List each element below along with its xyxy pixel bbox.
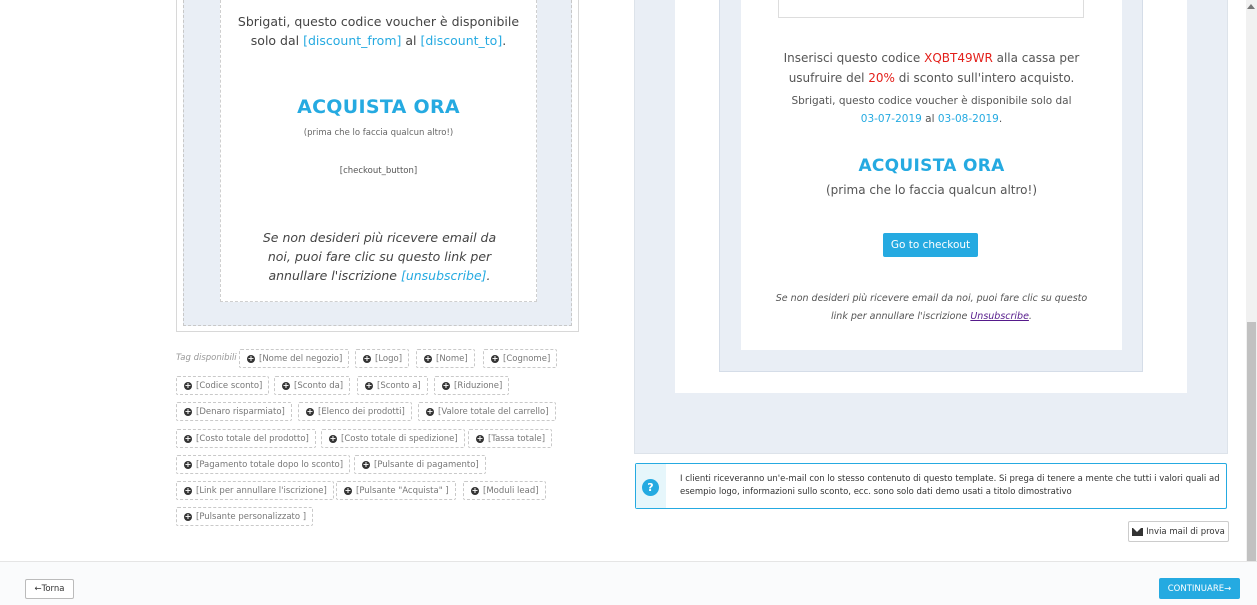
unsubscribe-link[interactable]: Unsubscribe: [970, 311, 1029, 322]
scroll-up-arrow-icon[interactable]: [1247, 4, 1255, 9]
plus-circle-icon: +: [491, 353, 499, 363]
plus-circle-icon: +: [306, 406, 314, 416]
plus-circle-icon: +: [184, 485, 192, 495]
scrollbar-thumb[interactable]: [1247, 322, 1256, 561]
preview-hurry-text: Sbrigati, questo codice voucher è dispon…: [791, 95, 1072, 125]
envelope-icon: [1132, 527, 1144, 536]
tag-button[interactable]: + [Pulsante di pagamento]: [354, 455, 486, 474]
unsubscribe-tag: [unsubscribe]: [400, 268, 487, 283]
preview-code-text: Inserisci questo codice XQBT49WR alla ca…: [783, 51, 1080, 85]
editor-unsubscribe-text: Se non desideri più ricevere email da no…: [262, 230, 497, 283]
editor-before-someone-text: (prima che lo faccia qualcun altro!): [303, 128, 454, 138]
scrollbar[interactable]: [1246, 0, 1257, 561]
discount-to-tag: [discount_to]: [420, 33, 503, 48]
tag-button[interactable]: + [Pagamento totale dopo lo sconto]: [176, 455, 351, 474]
email-template-editor-page: Sbrigati, questo codice voucher è dispon…: [0, 0, 1257, 605]
tag-button[interactable]: + [Denaro risparmiato]: [176, 402, 292, 421]
tag-button[interactable]: + [Codice sconto]: [176, 376, 270, 395]
email-preview-body: Inserisci questo codice XQBT49WR alla ca…: [741, 0, 1122, 350]
tag-button[interactable]: + [Sconto da]: [274, 376, 351, 395]
plus-circle-icon: +: [471, 485, 479, 495]
back-button[interactable]: ← Torna: [25, 579, 74, 599]
tag-button[interactable]: + [Moduli lead]: [463, 481, 546, 500]
plus-circle-icon: +: [362, 459, 370, 469]
tag-button[interactable]: + [Tassa totale]: [468, 429, 553, 448]
email-preview-background: Inserisci questo codice XQBT49WR alla ca…: [719, 0, 1143, 372]
arrow-right-icon: →: [1224, 583, 1232, 594]
plus-circle-icon: +: [329, 433, 337, 443]
tag-button[interactable]: + [Cognome]: [483, 349, 558, 368]
info-alert: ? I clienti riceveranno un'e-mail con lo…: [635, 463, 1227, 509]
plus-circle-icon: +: [424, 353, 432, 363]
send-test-mail-button[interactable]: Invia mail di prova: [1128, 521, 1229, 542]
plus-circle-icon: +: [184, 380, 192, 390]
tag-button[interactable]: + [Valore totale del carrello]: [418, 402, 556, 421]
tag-button[interactable]: + [Link per annullare l'iscrizione]: [176, 481, 334, 500]
tag-button[interactable]: + [Sconto a]: [357, 376, 428, 395]
preview-buy-now-heading: ACQUISTA ORA: [858, 156, 1005, 176]
editor-checkout-button-tag: [checkout_button]: [339, 166, 418, 176]
tag-button[interactable]: + [Nome del negozio]: [239, 349, 350, 368]
discount-percent: 20%: [868, 71, 895, 85]
plus-circle-icon: +: [184, 406, 192, 416]
preview-unsubscribe-text: Se non desideri più ricevere email da no…: [775, 293, 1088, 322]
go-to-checkout-button[interactable]: Go to checkout: [883, 233, 978, 257]
editor-buy-now-heading: ACQUISTA ORA: [297, 96, 460, 118]
plus-circle-icon: +: [184, 511, 192, 521]
footer-bar: ← Torna CONTINUARE →: [0, 561, 1257, 605]
tag-button[interactable]: + [Costo totale di spedizione]: [321, 429, 465, 448]
date-from: 03-07-2019: [860, 113, 922, 125]
tag-button[interactable]: + [Nome]: [416, 349, 475, 368]
plus-circle-icon: +: [184, 459, 192, 469]
tag-button[interactable]: + [Pulsante "Acquista" ]: [336, 481, 456, 500]
info-alert-text: I clienti riceveranno un'e-mail con lo s…: [680, 474, 1220, 497]
plus-circle-icon: +: [344, 485, 352, 495]
editor-hurry-text: Sbrigati, questo codice voucher è dispon…: [237, 14, 520, 48]
tags-label: Tag disponibili :: [176, 353, 243, 363]
email-preview-panel: Inserisci questo codice XQBT49WR alla ca…: [634, 0, 1228, 454]
template-editor[interactable]: Sbrigati, questo codice voucher è dispon…: [176, 0, 579, 332]
editor-content-block[interactable]: Sbrigati, questo codice voucher è dispon…: [220, 0, 537, 302]
plus-circle-icon: +: [282, 380, 290, 390]
tag-button[interactable]: + [Pulsante personalizzato ]: [176, 507, 314, 526]
plus-circle-icon: +: [247, 353, 255, 363]
plus-circle-icon: +: [442, 380, 450, 390]
plus-circle-icon: +: [476, 433, 484, 443]
tag-button[interactable]: + [Elenco dei prodotti]: [298, 402, 412, 421]
plus-circle-icon: +: [363, 353, 371, 363]
continue-button[interactable]: CONTINUARE →: [1159, 578, 1240, 599]
code-box: [778, 0, 1084, 18]
tag-button[interactable]: + [Riduzione]: [434, 376, 510, 395]
discount-from-tag: [discount_from]: [303, 33, 402, 48]
arrow-left-icon: ←: [34, 584, 42, 594]
voucher-code: XQBT49WR: [924, 51, 993, 65]
date-to: 03-08-2019: [937, 113, 999, 125]
editor-outer-block: Sbrigati, questo codice voucher è dispon…: [183, 0, 572, 326]
preview-before-someone-text: (prima che lo faccia qualcun altro!): [825, 183, 1038, 197]
tag-button[interactable]: + [Logo]: [355, 349, 410, 368]
plus-circle-icon: +: [426, 406, 434, 416]
question-circle-icon: ?: [642, 479, 659, 496]
email-preview-paper: Inserisci questo codice XQBT49WR alla ca…: [675, 0, 1187, 393]
plus-circle-icon: +: [184, 433, 192, 443]
tag-button[interactable]: + [Costo totale del prodotto]: [176, 429, 316, 448]
plus-circle-icon: +: [365, 380, 373, 390]
info-alert-side: ?: [636, 464, 666, 508]
